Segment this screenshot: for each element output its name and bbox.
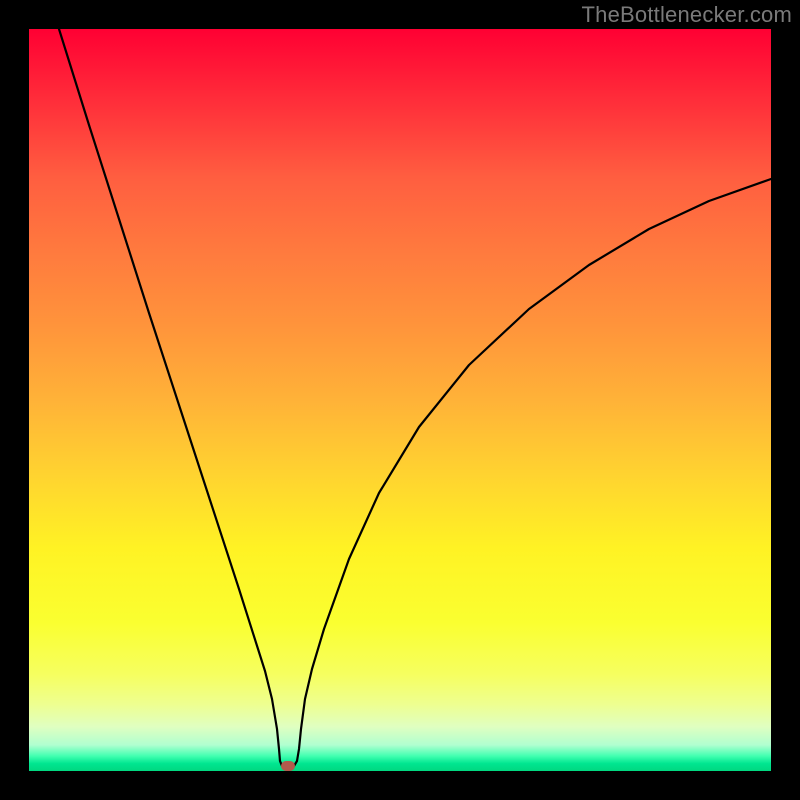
curve-path: [59, 29, 771, 766]
bottleneck-curve: [29, 29, 771, 771]
plot-area: [29, 29, 771, 771]
optimal-point-marker: [281, 761, 295, 771]
watermark-text: TheBottlenecker.com: [582, 2, 792, 28]
chart-frame: TheBottlenecker.com: [0, 0, 800, 800]
